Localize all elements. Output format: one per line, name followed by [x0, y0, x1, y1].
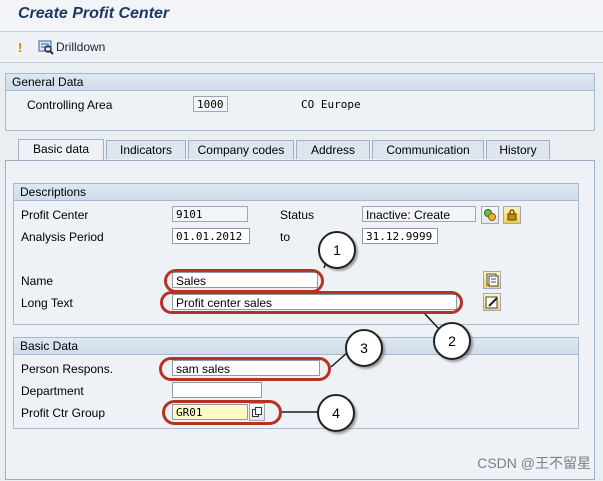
status-activate-icon [484, 209, 496, 221]
callout-3: 3 [345, 329, 383, 367]
drilldown-label: Drilldown [56, 40, 106, 54]
page-title: Create Profit Center [18, 5, 170, 22]
name-label: Name [21, 274, 54, 288]
profit-center-field[interactable]: 9101 [172, 206, 248, 222]
annotation-oval-person-resp [159, 357, 331, 381]
tab-communication[interactable]: Communication [372, 140, 484, 159]
status-field[interactable]: Inactive: Create [362, 206, 476, 222]
long-text-label: Long Text [21, 296, 73, 310]
execute-icon[interactable]: ! [18, 41, 23, 54]
drilldown-button[interactable]: Drilldown [38, 38, 105, 56]
status-icon-button[interactable] [481, 206, 499, 224]
text-document-icon [486, 273, 499, 287]
department-label: Department [21, 384, 84, 398]
annotation-oval-long-text [160, 291, 463, 314]
long-text-edit-button[interactable] [483, 293, 501, 311]
basic-data-header: Basic Data [14, 338, 578, 355]
name-text-button[interactable] [483, 271, 501, 289]
edit-pencil-icon [485, 296, 498, 309]
status-label: Status [280, 208, 315, 222]
profit-ctr-group-label: Profit Ctr Group [21, 406, 106, 420]
analysis-period-label: Analysis Period [21, 230, 104, 244]
tab-history[interactable]: History [486, 140, 550, 159]
application-toolbar: ! Drilldown [0, 32, 603, 63]
descriptions-header: Descriptions [14, 184, 578, 201]
tab-basic-data[interactable]: Basic data [18, 139, 104, 160]
tab-address[interactable]: Address [296, 140, 370, 159]
profit-center-label: Profit Center [21, 208, 89, 222]
controlling-area-label: Controlling Area [27, 98, 113, 112]
analysis-to-field[interactable]: 31.12.9999 [362, 228, 438, 244]
callout-1: 1 [318, 231, 356, 269]
tab-indicators[interactable]: Indicators [106, 140, 186, 159]
department-field[interactable] [172, 382, 262, 398]
lock-icon [507, 209, 517, 221]
general-data-header: General Data [6, 74, 594, 91]
controlling-area-description: CO Europe [301, 98, 361, 111]
watermark: CSDN @王不留星 [477, 455, 591, 471]
person-responsible-label: Person Respons. [21, 362, 114, 376]
status-lock-button[interactable] [503, 206, 521, 224]
callout-4: 4 [317, 394, 355, 432]
title-bar: Create Profit Center [0, 0, 603, 32]
analysis-to-label: to [280, 230, 291, 244]
annotation-oval-name [164, 269, 324, 293]
drilldown-icon [38, 40, 54, 55]
callout-2: 2 [433, 322, 471, 360]
tab-company-codes[interactable]: Company codes [188, 140, 294, 159]
analysis-from-field[interactable]: 01.01.2012 [172, 228, 250, 244]
annotation-oval-group [162, 400, 282, 425]
controlling-area-field[interactable]: 1000 [193, 96, 228, 112]
